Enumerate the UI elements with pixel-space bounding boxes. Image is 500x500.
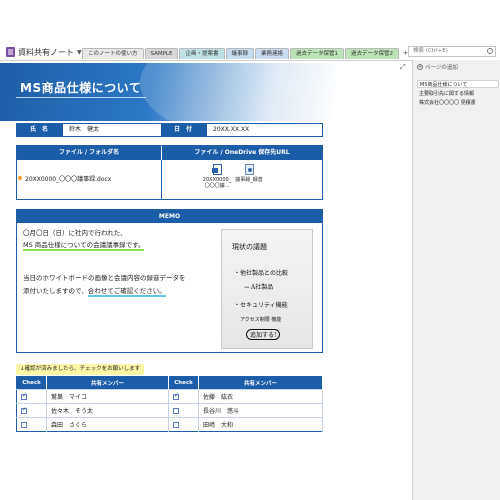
checkbox[interactable] — [21, 392, 27, 400]
date-label: 日 付 — [161, 124, 207, 136]
search-input[interactable]: 検索 (Ctrl+E) — [408, 46, 496, 57]
checkbox[interactable] — [173, 421, 179, 428]
wb-line-3: → A社製品 — [244, 284, 274, 291]
memo-line-1[interactable]: 〇月〇日（日）に社内で行われた、 — [23, 227, 127, 237]
check-notice: ↓確認が済みましたら、チェックをお願いします — [16, 364, 145, 375]
member-name: 佐々木 そう太 — [46, 403, 169, 418]
wb-line-2: ・他社製品との比較 — [234, 270, 288, 277]
word-attachment[interactable]: 20XX0000_〇〇〇議... — [202, 164, 232, 189]
tab-business-contact[interactable]: 業務連絡 — [255, 48, 290, 59]
audio-file-icon — [244, 164, 254, 175]
chevron-down-icon: ▼ — [77, 48, 82, 56]
bullet-icon — [18, 176, 22, 180]
page-item-ms-spec[interactable]: MS商品仕様について — [417, 80, 499, 88]
add-page-label: ページの追加 — [425, 65, 458, 71]
member-name: 森田 さくら — [46, 417, 169, 432]
word-file-icon — [211, 164, 222, 175]
memo-line-4[interactable]: 添付いたしますので、合わせてご確認ください。 — [23, 285, 166, 297]
info-row: 氏 名 鈴木 健太 日 付 20XX.XX.XX — [16, 123, 323, 137]
member-header-1: 共有メンバー — [46, 376, 169, 390]
tab-archive-1[interactable]: 過去データ保管1 — [290, 48, 345, 59]
tab-archive-2[interactable]: 過去データ保管2 — [345, 48, 400, 59]
member-name: 佐藤 紘衣 — [198, 389, 323, 404]
page-item-client-info[interactable]: 主要取引先に関する情報 — [417, 90, 499, 98]
highlight-green: MS 商品仕様についての会議議事録です。 — [23, 241, 145, 251]
checkbox[interactable] — [21, 421, 27, 428]
memo-box: MEMO 〇月〇日（日）に社内で行われた、 MS 商品仕様についての会議議事録で… — [16, 209, 323, 353]
checkbox[interactable] — [21, 406, 27, 414]
check-table: Check 共有メンバー Check 共有メンバー 鷲巣 マイコ 佐藤 紘衣 佐… — [16, 376, 323, 432]
wb-line-1: 現状の議題 — [232, 243, 267, 251]
member-name: 長谷川 悠斗 — [198, 403, 323, 418]
check-table-header: Check 共有メンバー Check 共有メンバー — [16, 376, 323, 390]
check-cell — [16, 403, 47, 418]
table-row: 鷲巣 マイコ 佐藤 紘衣 — [16, 389, 323, 404]
check-cell — [168, 417, 199, 432]
memo-line-2[interactable]: MS 商品仕様についての会議議事録です。 — [23, 239, 145, 251]
date-value[interactable]: 20XX.XX.XX — [207, 124, 322, 136]
expand-icon[interactable]: ⤢ — [400, 63, 406, 72]
tab-how-to-use[interactable]: このノートの使い方 — [82, 48, 144, 59]
wb-line-4: ・セキュリティ機能 — [234, 302, 288, 309]
check-header-2: Check — [168, 376, 199, 390]
top-bar: 資料共有ノート ▼ このノートの使い方 SAMPLE 企画・提案書 議事録 業務… — [0, 0, 500, 60]
page-title[interactable]: MS商品仕様について — [20, 79, 141, 96]
title-underline — [16, 97, 146, 98]
audio-attachment[interactable]: 議事録_録音 — [234, 164, 264, 183]
title-banner: MS商品仕様について — [0, 63, 336, 121]
member-name: 田﨑 大和 — [198, 417, 323, 432]
file-name-cell: 20XX0000_〇〇〇議事録.docx — [17, 160, 162, 199]
page-item-estimate[interactable]: 株式会社〇〇〇〇 見積書 — [417, 99, 499, 107]
tab-sample[interactable]: SAMPLE — [144, 48, 179, 59]
check-cell — [168, 389, 199, 404]
file-attachments-cell: 20XX0000_〇〇〇議... 議事録_録音 — [162, 160, 322, 199]
wb-line-6: 追加する! — [246, 329, 281, 340]
checkbox[interactable] — [173, 407, 179, 414]
name-label: 氏 名 — [17, 124, 63, 136]
word-attachment-label: 20XX0000_〇〇〇議... — [202, 177, 232, 189]
notebook-icon — [6, 47, 15, 57]
file-table: ファイル / フォルダ名 ファイル / OneDrive 保存先URL 20XX… — [16, 145, 323, 200]
file-name[interactable]: 20XX0000_〇〇〇議事録.docx — [25, 174, 111, 183]
member-header-2: 共有メンバー — [198, 376, 323, 390]
check-cell — [16, 389, 47, 404]
notebook-selector[interactable]: 資料共有ノート ▼ — [6, 46, 82, 58]
search-icon[interactable] — [487, 48, 493, 54]
memo-title: MEMO — [17, 210, 322, 223]
file-table-header: ファイル / フォルダ名 ファイル / OneDrive 保存先URL — [17, 146, 322, 160]
member-name: 鷲巣 マイコ — [46, 389, 169, 404]
memo-line-4a: 添付いたしますので、 — [23, 287, 88, 295]
table-row: 佐々木 そう太 長谷川 悠斗 — [16, 403, 323, 418]
add-page-button[interactable]: + ページの追加 — [417, 63, 458, 71]
name-value[interactable]: 鈴木 健太 — [63, 124, 161, 136]
notebook-title: 資料共有ノート — [18, 47, 74, 57]
check-header-1: Check — [16, 376, 47, 390]
checkbox[interactable] — [173, 392, 179, 400]
search-placeholder: 検索 (Ctrl+E) — [413, 48, 448, 54]
audio-attachment-label: 議事録_録音 — [235, 177, 263, 183]
table-row: 森田 さくら 田﨑 大和 — [16, 417, 323, 432]
tab-proposal[interactable]: 企画・提案書 — [179, 48, 225, 59]
check-cell — [16, 417, 47, 432]
tab-minutes[interactable]: 議事録 — [225, 48, 255, 59]
memo-line-3[interactable]: 当日のホワイトボードの画像と会議内容の録音データを — [23, 272, 186, 282]
file-row: 20XX0000_〇〇〇議事録.docx 20XX0000_〇〇〇議... 議事… — [17, 160, 322, 199]
check-cell — [168, 403, 199, 418]
file-col-url-header: ファイル / OneDrive 保存先URL — [194, 149, 290, 156]
plus-circle-icon: + — [417, 64, 423, 70]
whiteboard-image[interactable]: 現状の議題 ・他社製品との比較 → A社製品 ・セキュリティ機能 アクセス制限 … — [221, 229, 313, 349]
highlight-blue: 合わせてご確認ください。 — [87, 287, 166, 297]
wb-line-5: アクセス制限 機能 — [240, 317, 282, 323]
file-col-name-header: ファイル / フォルダ名 — [17, 146, 162, 160]
section-tabs: このノートの使い方 SAMPLE 企画・提案書 議事録 業務連絡 過去データ保管… — [82, 48, 411, 59]
page-list-pane: + ページの追加 MS商品仕様について 主要取引先に関する情報 株式会社〇〇〇〇… — [412, 60, 500, 500]
